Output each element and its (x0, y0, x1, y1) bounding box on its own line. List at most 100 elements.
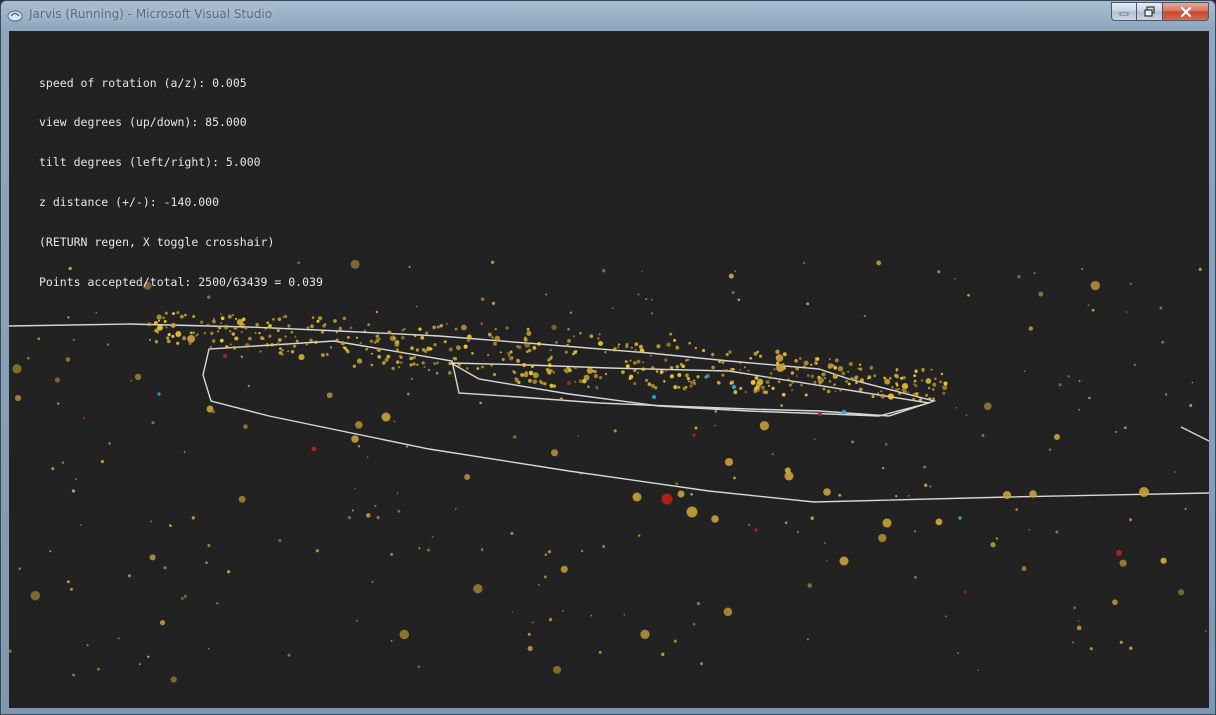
point (729, 381, 733, 385)
point (51, 467, 55, 471)
outer-outline (9, 323, 1209, 503)
point (223, 324, 229, 330)
point (567, 327, 570, 331)
point (1178, 589, 1185, 596)
point (65, 357, 71, 362)
point (833, 365, 838, 370)
point (1055, 530, 1059, 534)
point (866, 377, 869, 380)
point (907, 391, 910, 394)
point (1119, 559, 1127, 567)
point (666, 342, 671, 347)
point (845, 379, 849, 384)
point (1081, 267, 1084, 271)
point (822, 387, 826, 391)
point (520, 372, 525, 377)
point (433, 362, 437, 366)
point (839, 388, 843, 392)
point (677, 385, 681, 389)
point (547, 363, 552, 368)
point (661, 652, 665, 656)
point (661, 493, 673, 505)
point (675, 482, 679, 486)
point (412, 355, 416, 360)
point (711, 365, 715, 370)
point (537, 342, 541, 346)
point (1129, 282, 1132, 285)
point (828, 358, 831, 361)
point (663, 380, 666, 383)
point (384, 358, 389, 362)
render-viewport[interactable]: speed of rotation (a/z): 0.005 view degr… (9, 31, 1209, 708)
point (814, 357, 818, 360)
point (258, 331, 261, 335)
point (800, 383, 803, 387)
point (432, 325, 436, 330)
point (827, 363, 834, 369)
point (684, 385, 688, 389)
point (491, 301, 496, 306)
point (832, 373, 838, 380)
point (855, 381, 858, 385)
point (170, 322, 176, 328)
point (560, 565, 568, 573)
point (1112, 599, 1118, 605)
point (692, 623, 696, 626)
point (393, 420, 396, 423)
caption-buttons (1111, 2, 1209, 22)
point (572, 352, 575, 356)
point (912, 383, 915, 386)
point (1091, 308, 1095, 312)
point (514, 377, 517, 380)
point (436, 361, 439, 365)
point (511, 611, 514, 613)
point (526, 330, 532, 336)
point (130, 380, 132, 382)
title-bar[interactable]: Jarvis (Running) - Microsoft Visual Stud… (1, 1, 1215, 29)
point (349, 326, 353, 330)
point (357, 445, 361, 448)
point (718, 360, 721, 364)
point (37, 337, 41, 341)
point (760, 385, 765, 390)
point (1054, 434, 1060, 440)
point (420, 335, 425, 340)
point (409, 363, 413, 367)
app-icon[interactable] (7, 7, 23, 23)
hud-key-hints: (RETURN regen, X toggle crosshair) (39, 235, 275, 250)
restore-icon (1143, 6, 1155, 17)
point (156, 330, 160, 334)
point (624, 360, 628, 364)
point (650, 298, 653, 301)
minimize-button[interactable] (1111, 2, 1137, 21)
point (416, 305, 418, 308)
point (374, 504, 377, 507)
point (794, 358, 798, 363)
point (154, 340, 159, 344)
point (378, 337, 381, 341)
point (195, 334, 198, 337)
point (790, 365, 793, 368)
point (347, 515, 352, 520)
point (171, 334, 175, 338)
point (602, 545, 606, 548)
point (876, 260, 882, 266)
point (846, 370, 850, 374)
point (559, 397, 563, 401)
point (527, 632, 531, 636)
point (205, 561, 208, 564)
point (287, 653, 291, 657)
point (655, 370, 659, 373)
point (943, 381, 948, 386)
point (492, 373, 497, 377)
point (187, 334, 196, 343)
point (321, 353, 325, 357)
close-button[interactable] (1163, 2, 1209, 21)
point (841, 409, 847, 415)
point (410, 377, 413, 380)
maximize-button[interactable] (1137, 2, 1163, 21)
point (769, 372, 773, 375)
point (248, 336, 252, 341)
point (731, 384, 737, 390)
point (523, 336, 527, 340)
